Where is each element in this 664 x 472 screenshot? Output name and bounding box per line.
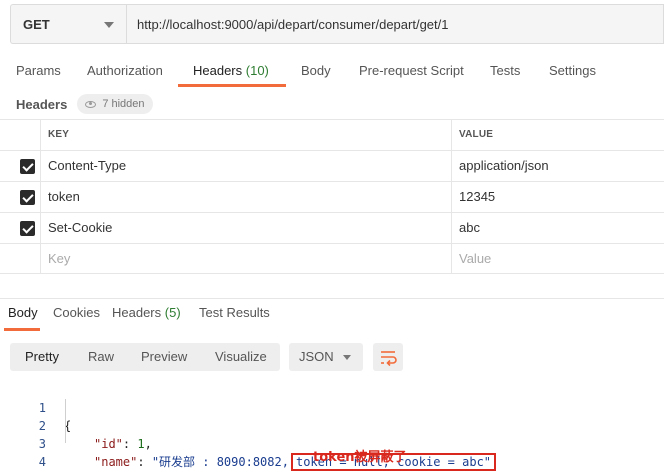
chevron-down-icon (104, 22, 114, 28)
wrap-lines-icon (381, 351, 397, 367)
tab-test-results[interactable]: Test Results (199, 305, 270, 320)
view-mode-pretty[interactable]: Pretty (25, 343, 59, 371)
response-body-viewer[interactable]: 1 { 2 "id": 1, 3 "name": "研发部 : 8090:808… (0, 381, 664, 471)
headers-table: KEY VALUE Content-Type application/json … (0, 119, 664, 274)
hidden-headers-toggle[interactable]: 7 hidden (77, 94, 153, 114)
chevron-down-icon (343, 355, 351, 360)
active-tab-indicator (178, 84, 286, 87)
header-key[interactable]: Set-Cookie (48, 213, 112, 244)
column-header-key: KEY (48, 129, 70, 140)
view-mode-preview[interactable]: Preview (141, 343, 187, 371)
tab-body[interactable]: Body (301, 56, 331, 86)
view-mode-raw[interactable]: Raw (88, 343, 114, 371)
header-value[interactable]: 12345 (459, 182, 495, 213)
headers-section-header: Headers 7 hidden (16, 94, 153, 114)
table-header-row: KEY VALUE (0, 119, 664, 150)
table-row: Set-Cookie abc (0, 212, 664, 243)
header-value[interactable]: application/json (459, 151, 549, 182)
code-line: 1 { (0, 381, 664, 433)
response-headers-count: (5) (164, 305, 181, 320)
new-key-input[interactable]: Key (48, 244, 70, 275)
format-label: JSON (299, 349, 334, 364)
code-line: 3 "name": "研发部 : 8090:8082, token = null,… (0, 417, 664, 471)
tab-response-body[interactable]: Body (8, 305, 38, 320)
code-line: 2 "id": 1, (0, 399, 664, 451)
tab-response-headers[interactable]: Headers (5) (112, 305, 181, 320)
active-response-tab-indicator (4, 328, 40, 331)
request-url-bar: GET http://localhost:9000/api/depart/con… (10, 4, 664, 44)
hidden-headers-label: 7 hidden (102, 98, 145, 110)
tab-settings[interactable]: Settings (549, 56, 596, 86)
tab-authorization[interactable]: Authorization (87, 56, 163, 86)
column-header-value: VALUE (459, 129, 494, 140)
request-tabs: Params Authorization Headers (10) Body P… (0, 56, 664, 88)
method-select[interactable]: GET (10, 4, 126, 44)
new-value-input[interactable]: Value (459, 244, 491, 275)
tab-response-cookies[interactable]: Cookies (53, 305, 100, 320)
tab-params[interactable]: Params (16, 56, 61, 86)
row-enabled-checkbox[interactable] (20, 159, 35, 174)
fold-guide (65, 399, 66, 443)
table-row: Content-Type application/json (0, 150, 664, 181)
header-key[interactable]: Content-Type (48, 151, 126, 182)
row-enabled-checkbox[interactable] (20, 190, 35, 205)
eye-icon (85, 100, 97, 108)
table-row-new: Key Value (0, 243, 664, 274)
line-number: 4 (38, 455, 46, 469)
view-mode-selector: Pretty Raw Preview Visualize (10, 343, 280, 371)
header-key[interactable]: token (48, 182, 80, 213)
view-mode-visualize[interactable]: Visualize (215, 343, 267, 371)
headers-count: (10) (245, 63, 269, 78)
row-enabled-checkbox[interactable] (20, 221, 35, 236)
method-label: GET (23, 16, 50, 32)
wrap-lines-button[interactable] (373, 343, 403, 371)
code-text: "name": "研发部 : 8090:8082, token = null, c… (94, 453, 497, 471)
table-row: token 12345 (0, 181, 664, 212)
url-input[interactable]: http://localhost:9000/api/depart/consume… (126, 4, 664, 44)
format-select[interactable]: JSON (289, 343, 363, 371)
header-value[interactable]: abc (459, 213, 480, 244)
annotation-note: token被屏蔽了 (313, 450, 407, 465)
tab-tests[interactable]: Tests (490, 56, 520, 86)
tab-pre-request-script[interactable]: Pre-request Script (359, 56, 464, 86)
tab-headers[interactable]: Headers (10) (193, 56, 269, 86)
response-tabs: Body Cookies Headers (5) Test Results (0, 298, 664, 331)
headers-section-title: Headers (16, 96, 68, 112)
